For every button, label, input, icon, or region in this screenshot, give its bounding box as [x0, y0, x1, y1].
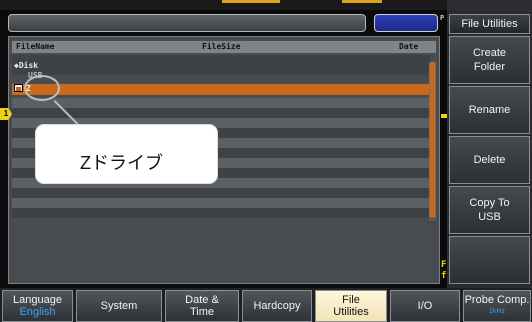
list-item[interactable] [12, 198, 430, 208]
io-button[interactable]: I/O [390, 290, 460, 322]
probe-comp-value: 1kHz [489, 308, 505, 315]
folder-icon [14, 84, 23, 92]
side-menu-empty-button[interactable] [449, 236, 530, 284]
disk-label: Disk [18, 61, 39, 70]
file-utilities-line2: Utilities [333, 306, 369, 318]
probe-comp-button[interactable]: Probe Comp. 1kHz [463, 290, 531, 322]
side-menu-title: File Utilities [449, 14, 530, 34]
column-header-filename[interactable]: FileName [16, 41, 55, 53]
hardcopy-label: Hardcopy [253, 300, 301, 312]
io-label: I/O [417, 300, 433, 312]
hardcopy-button[interactable]: Hardcopy [242, 290, 312, 322]
language-label: Language [13, 294, 62, 306]
list-item[interactable] [12, 98, 430, 108]
status-indicator [374, 14, 438, 32]
probe-comp-label: Probe Comp. [464, 294, 530, 306]
trigger-marker [222, 0, 280, 3]
file-utilities-line1: File [342, 294, 360, 306]
timebase-marker [342, 0, 382, 3]
system-label: System [100, 300, 138, 312]
rename-button[interactable]: Rename [449, 86, 530, 134]
edge-label: P [440, 14, 445, 22]
disk-item[interactable]: ◆Disk [14, 62, 38, 70]
list-item[interactable] [12, 108, 430, 118]
callout-text: Zドライブ [80, 153, 163, 173]
list-item-selected[interactable] [12, 84, 430, 95]
callout-box: Zドライブ [35, 124, 218, 184]
path-bar [8, 14, 366, 32]
create-folder-button[interactable]: Create Folder [449, 36, 530, 84]
date-time-line1: Date & [185, 294, 219, 306]
system-button[interactable]: System [76, 290, 162, 322]
status-strip [0, 0, 447, 10]
file-utilities-button[interactable]: File Utilities [315, 290, 387, 322]
file-list-header: FileName FileSize Date [12, 41, 436, 53]
language-value: English [19, 306, 56, 318]
list-item[interactable] [12, 65, 430, 75]
column-header-date[interactable]: Date [399, 41, 418, 53]
date-time-button[interactable]: Date & Time [165, 290, 239, 322]
language-button[interactable]: Language English [2, 290, 73, 322]
column-header-filesize[interactable]: FileSize [202, 41, 241, 53]
file-browser-screen: P FileName FileSize Date ◆Disk USB Z Zドラ… [0, 0, 447, 288]
copy-to-usb-button[interactable]: Copy To USB [449, 186, 530, 234]
date-time-line2: Time [189, 306, 215, 318]
delete-button[interactable]: Delete [449, 136, 530, 184]
scrollbar-thumb[interactable] [430, 62, 435, 218]
list-item[interactable] [12, 188, 430, 198]
highlight-circle [24, 75, 60, 101]
list-item[interactable] [12, 208, 430, 218]
list-item[interactable] [12, 55, 430, 65]
